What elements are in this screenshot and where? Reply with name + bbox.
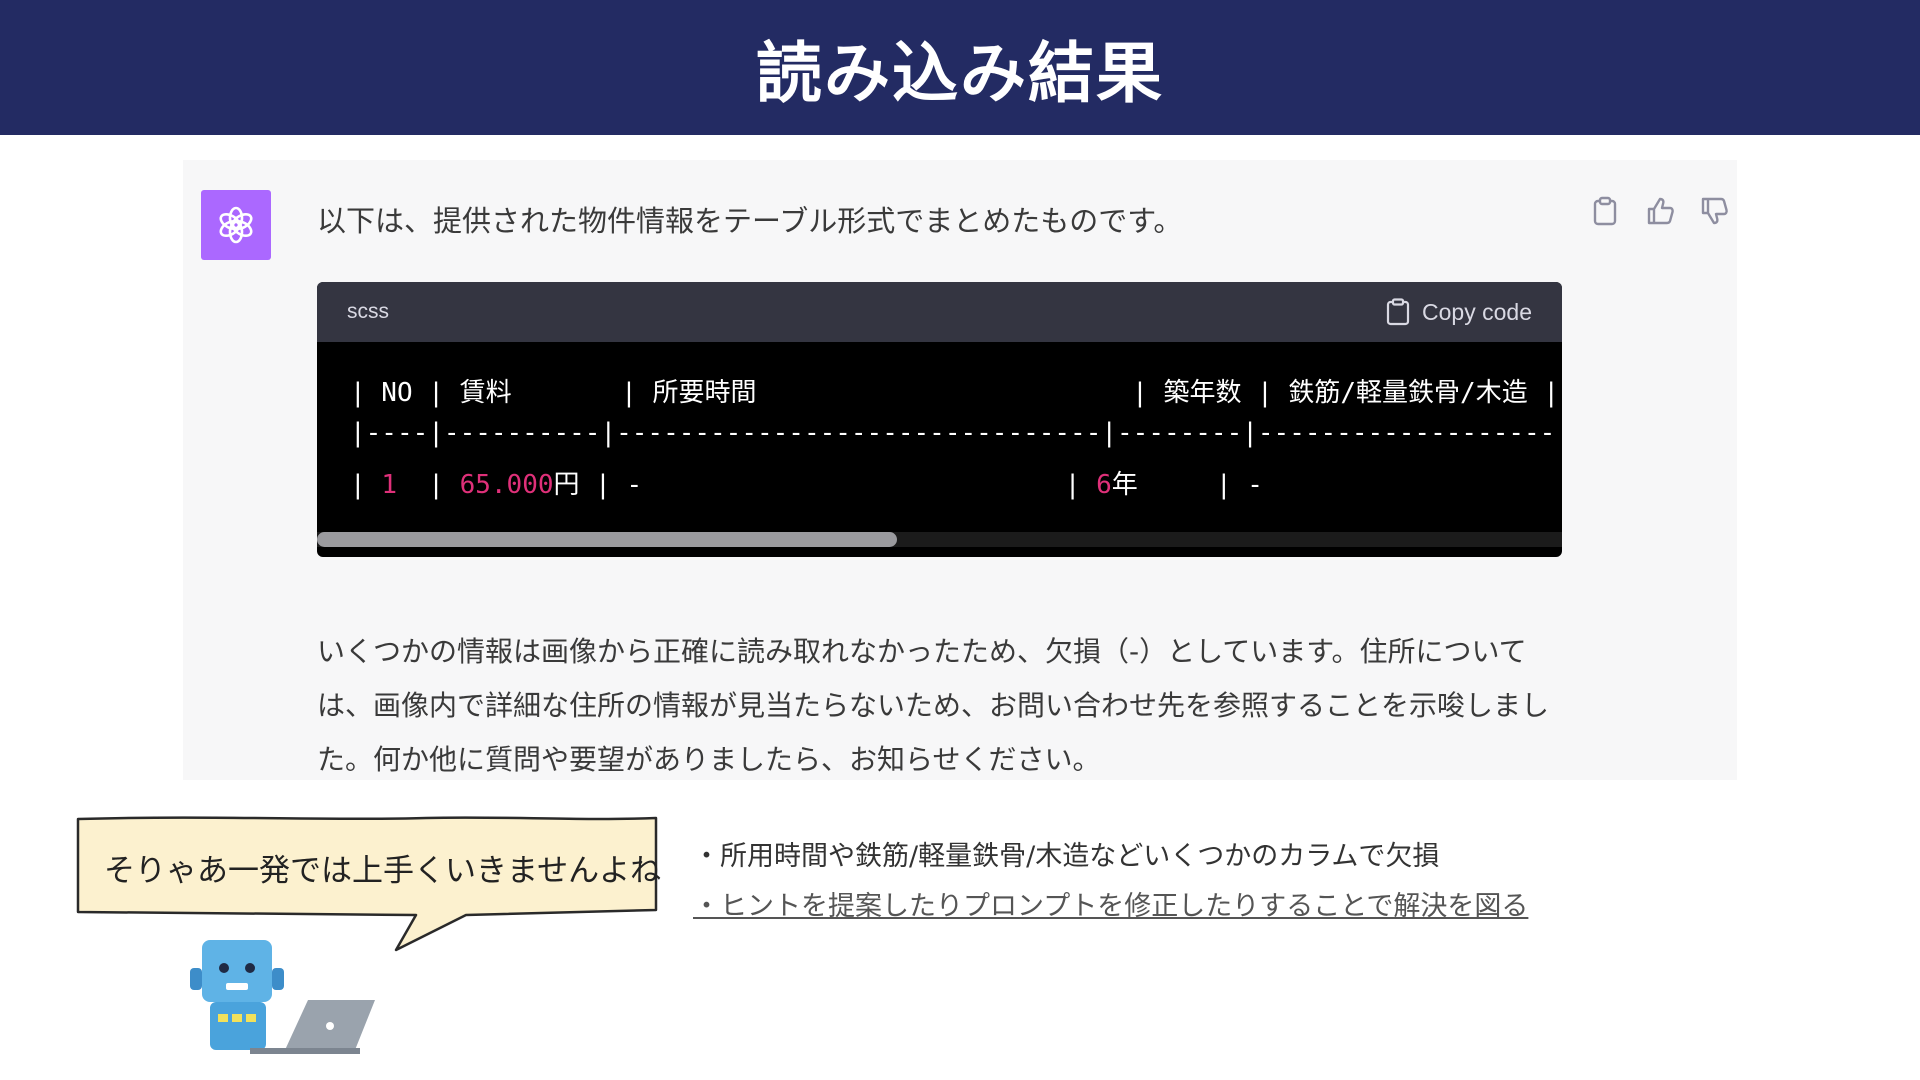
copy-code-button[interactable]: Copy code <box>1386 298 1532 326</box>
code-text: | <box>396 470 460 500</box>
scrollbar-thumb[interactable] <box>317 532 897 547</box>
thumbs-up-icon[interactable] <box>1645 196 1674 226</box>
code-number: 1 <box>381 470 397 500</box>
code-header-line: | NO | 賃料 | 所要時間 | 築年数 | 鉄筋/軽量鉄骨/木造 | <box>350 378 1560 408</box>
code-data-row: | 1 | 65.000円 | - | 6年 | - <box>350 464 1263 501</box>
code-language-label: scss <box>347 300 389 323</box>
thumbs-down-icon[interactable] <box>1699 196 1728 226</box>
openai-logo-icon <box>219 206 253 244</box>
code-block-header: scss Copy code <box>317 282 1562 342</box>
code-number: 65.000 <box>459 470 554 500</box>
code-number: 6 <box>1096 470 1112 500</box>
note-item: ・所用時間や鉄筋/軽量鉄骨/木造などいくつかのカラムで欠損 <box>693 841 1440 872</box>
code-text: 年 | - <box>1111 470 1263 500</box>
horizontal-scrollbar[interactable] <box>317 532 1562 547</box>
code-content[interactable]: | NO | 賃料 | 所要時間 | 築年数 | 鉄筋/軽量鉄骨/木造 | |-… <box>317 342 1562 547</box>
notes: ・所用時間や鉄筋/軽量鉄骨/木造などいくつかのカラムで欠損 ・ヒントを提案したり… <box>693 832 1528 932</box>
copy-code-label: Copy code <box>1422 298 1532 325</box>
code-text: | <box>350 470 382 500</box>
code-text: 円 | - | <box>553 470 1097 500</box>
code-block: scss Copy code | NO | 賃料 | 所要時間 | 築年数 | … <box>317 282 1562 557</box>
title-bar: 読み込み結果 <box>0 0 1920 135</box>
message-actions <box>1591 196 1728 226</box>
assistant-result-text: いくつかの情報は画像から正確に読み取れなかったため、欠損（-）としています。住所… <box>317 635 1550 776</box>
assistant-intro-text: 以下は、提供された物件情報をテーブル形式でまとめたものです。 <box>317 204 1183 238</box>
page-title: 読み込み結果 <box>756 34 1164 112</box>
note-item: ・ヒントを提案したりプロンプトを修正したりすることで解決を図る <box>693 891 1529 922</box>
chat-message-panel: 以下は、提供された物件情報をテーブル形式でまとめたものです。 scss Copy… <box>183 160 1737 780</box>
clipboard-icon[interactable] <box>1591 196 1619 226</box>
clipboard-icon <box>1386 298 1410 326</box>
assistant-avatar <box>201 190 271 260</box>
speech-bubble-text: そりゃあ一発では上手くいきませんよね <box>104 853 662 889</box>
robot-laptop-icon <box>190 940 380 1055</box>
code-separator-line: |----|----------|-----------------------… <box>350 418 1556 448</box>
speech-bubble: そりゃあ一発では上手くいきませんよね <box>76 815 662 952</box>
